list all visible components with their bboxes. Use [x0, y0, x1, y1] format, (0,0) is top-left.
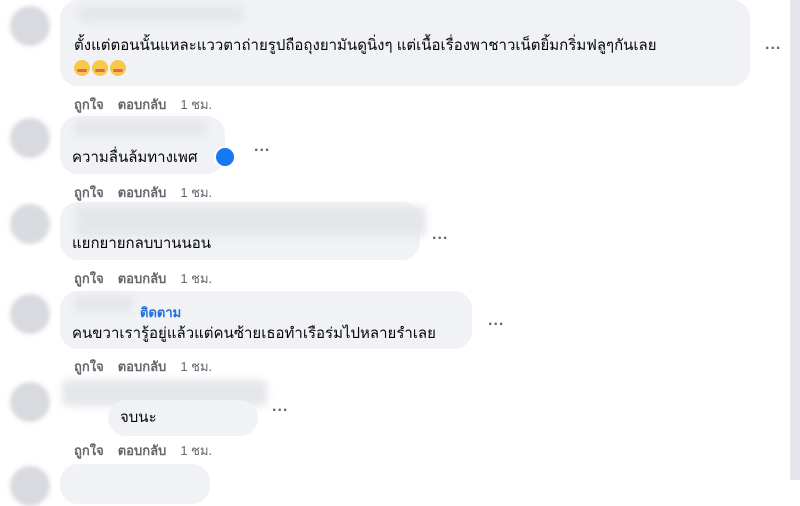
comment-actions: ถูกใจ ตอบกลับ 1 ชม.	[74, 356, 226, 377]
scrollbar-track[interactable]	[790, 0, 800, 480]
like-button[interactable]: ถูกใจ	[74, 97, 104, 112]
comment-actions: ถูกใจ ตอบกลับ 1 ชม.	[74, 182, 226, 203]
avatar[interactable]	[10, 118, 50, 158]
avatar[interactable]	[10, 382, 50, 422]
comment-text: คนขวาเรารู้อยู่แล้วแต่คนซ้ายเธอทำเรือร่ม…	[72, 325, 436, 342]
blurred-username	[76, 120, 206, 136]
comment-bubble	[60, 464, 210, 504]
timestamp[interactable]: 1 ชม.	[180, 97, 212, 112]
smiling-face-with-hands-icon	[110, 60, 126, 76]
avatar[interactable]	[10, 294, 50, 334]
timestamp[interactable]: 1 ชม.	[180, 185, 212, 200]
avatar[interactable]	[10, 6, 50, 46]
more-options-button[interactable]: ...	[488, 312, 504, 330]
more-options-button[interactable]: ...	[432, 226, 448, 244]
like-button[interactable]: ถูกใจ	[74, 185, 104, 200]
follow-link[interactable]: ติดตาม	[140, 302, 181, 323]
like-button[interactable]: ถูกใจ	[74, 359, 104, 374]
comment-actions: ถูกใจ ตอบกลับ 1 ชม.	[74, 94, 226, 115]
blurred-username	[78, 6, 243, 22]
reply-button[interactable]: ตอบกลับ	[118, 443, 167, 458]
like-reaction-icon[interactable]	[214, 146, 236, 168]
comment-text: จบนะ	[120, 409, 157, 426]
more-options-button[interactable]: ...	[765, 36, 781, 54]
more-options-button[interactable]: ...	[254, 138, 270, 156]
avatar[interactable]	[10, 204, 50, 244]
comment-actions: ถูกใจ ตอบกลับ 1 ชม.	[74, 440, 226, 461]
reply-button[interactable]: ตอบกลับ	[118, 185, 167, 200]
like-button[interactable]: ถูกใจ	[74, 443, 104, 458]
comment-emoji-row	[74, 60, 126, 79]
reply-button[interactable]: ตอบกลับ	[118, 97, 167, 112]
blurred-username	[76, 296, 132, 312]
like-button[interactable]: ถูกใจ	[74, 271, 104, 286]
more-options-button[interactable]: ...	[272, 398, 288, 416]
timestamp[interactable]: 1 ชม.	[180, 359, 212, 374]
smiling-face-with-hands-icon	[92, 60, 108, 76]
comment-text: แยกยายกลบบานนอน	[72, 235, 212, 252]
avatar[interactable]	[10, 466, 50, 506]
comment-text: ตั้งแต่ตอนนั้นแหละแววตาถ่ายรูปถือถุงยามั…	[74, 37, 657, 54]
timestamp[interactable]: 1 ชม.	[180, 443, 212, 458]
blurred-username	[76, 206, 426, 236]
comment-text: ความลื่นล้มทางเพศ	[72, 149, 198, 166]
reply-button[interactable]: ตอบกลับ	[118, 359, 167, 374]
smiling-face-with-hands-icon	[74, 60, 90, 76]
reply-button[interactable]: ตอบกลับ	[118, 271, 167, 286]
timestamp[interactable]: 1 ชม.	[180, 271, 212, 286]
comment-actions: ถูกใจ ตอบกลับ 1 ชม.	[74, 268, 226, 289]
